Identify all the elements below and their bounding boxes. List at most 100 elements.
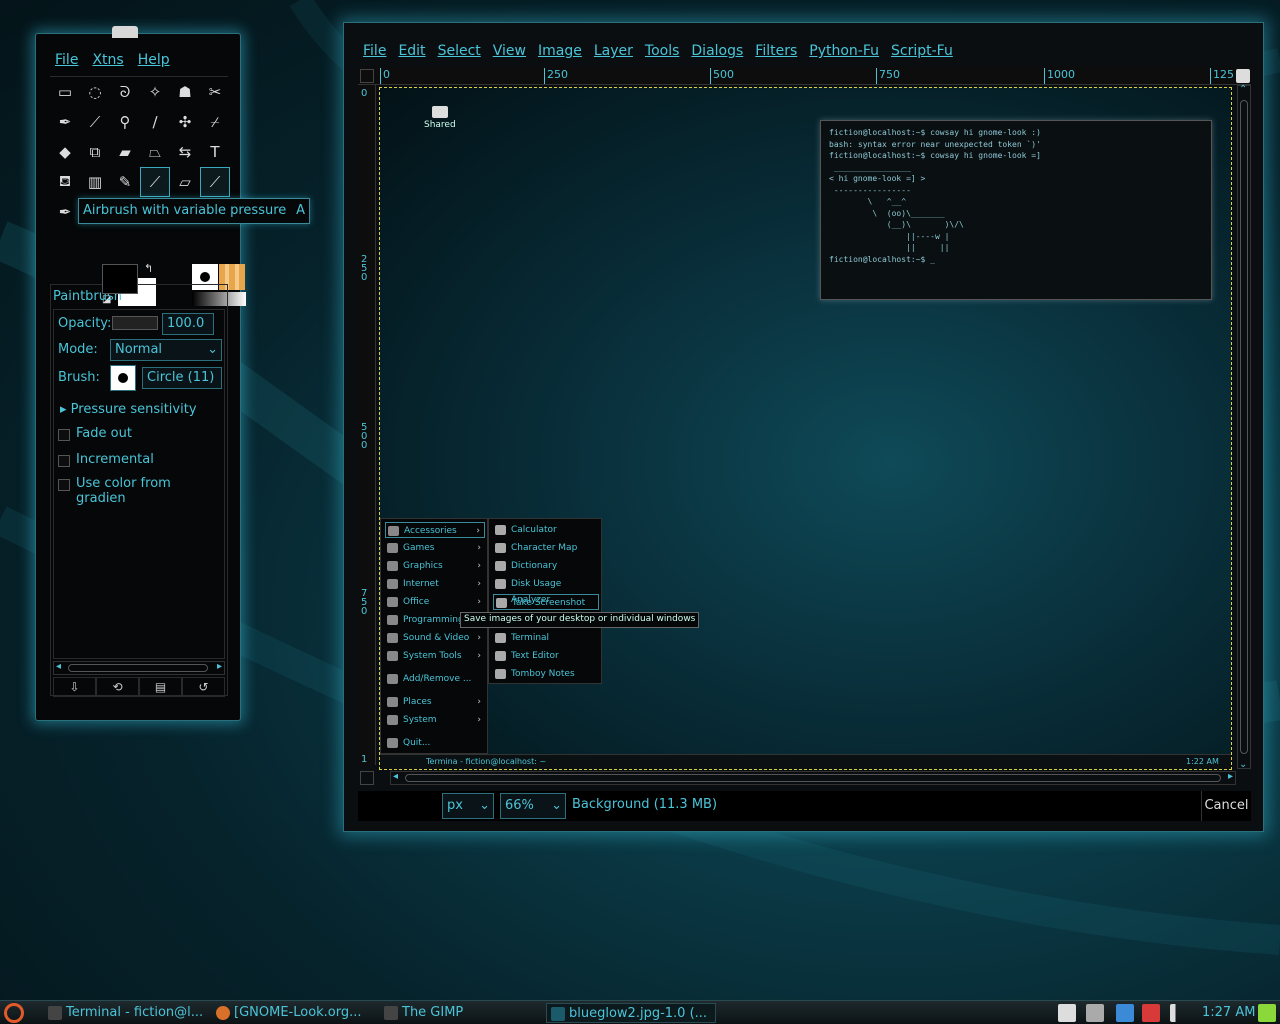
scroll-left-icon[interactable]: ◂ — [393, 771, 398, 782]
move-icon[interactable]: ✣ — [170, 107, 200, 137]
menu-item[interactable]: System Tools › — [385, 648, 485, 664]
menu-file[interactable]: File — [363, 43, 386, 59]
image-canvas[interactable]: Shared fiction@localhost:~$ cowsay hi gn… — [379, 87, 1232, 770]
zoom-icon[interactable]: ⚲ — [110, 107, 140, 137]
paths-icon[interactable]: ✒ — [50, 107, 80, 137]
scissors-icon[interactable]: ✂ — [200, 77, 230, 107]
tray-update-icon[interactable] — [1116, 1004, 1134, 1022]
airbrush-icon[interactable]: ⟋ — [200, 167, 230, 197]
menu-item[interactable]: System › — [385, 712, 485, 728]
navigate-corner-icon[interactable] — [360, 771, 374, 785]
task-terminal[interactable]: Terminal - fiction@l... — [44, 1003, 208, 1023]
menu-select[interactable]: Select — [438, 43, 481, 59]
menu-xtns[interactable]: Xtns — [92, 52, 123, 68]
scroll-thumb[interactable] — [68, 664, 208, 672]
gradient-checkbox[interactable] — [58, 479, 70, 491]
blend-icon[interactable]: ▥ — [80, 167, 110, 197]
eraser-icon[interactable]: ▱ — [170, 167, 200, 197]
menu-item[interactable]: Take Screenshot — [493, 594, 599, 610]
opacity-slider[interactable] — [112, 316, 158, 330]
reset-options-icon[interactable]: ↺ — [182, 677, 225, 697]
scroll-down-icon[interactable]: ⌄ — [1239, 759, 1247, 770]
cancel-button[interactable]: Cancel — [1201, 791, 1251, 821]
menu-item[interactable]: Character Map — [493, 540, 599, 556]
menu-tools[interactable]: Tools — [645, 43, 680, 59]
menu-item[interactable]: Terminal — [493, 630, 599, 646]
scroll-right-icon[interactable]: ▸ — [217, 661, 222, 672]
menu-item[interactable]: Disk Usage Analyzer — [493, 576, 599, 605]
scroll-up-icon[interactable]: ⌃ — [1239, 84, 1247, 95]
flip-icon[interactable]: ⇆ — [170, 137, 200, 167]
pencil-icon[interactable]: ✎ — [110, 167, 140, 197]
menu-python-fu[interactable]: Python-Fu — [809, 43, 879, 59]
tray-trash-icon[interactable] — [1258, 1004, 1276, 1022]
vertical-scrollbar[interactable]: ⌃ ⌄ — [1237, 84, 1251, 770]
window-grip[interactable] — [112, 26, 138, 38]
swap-colors-icon[interactable]: ↰ — [144, 262, 153, 275]
paintbrush-icon[interactable]: ⟋ — [140, 167, 170, 197]
horizontal-ruler[interactable]: 0 250 500 750 1000 125 — [358, 67, 1251, 85]
menu-item[interactable]: Text Editor — [493, 648, 599, 664]
menu-item[interactable]: Add/Remove ... — [385, 671, 485, 687]
incremental-checkbox[interactable] — [58, 455, 70, 467]
menu-item[interactable]: Quit... — [385, 735, 485, 751]
pressure-expander[interactable]: ▸ Pressure sensitivity — [60, 402, 197, 417]
mode-select[interactable]: Normal ⌄ — [110, 339, 222, 361]
menu-file[interactable]: File — [55, 52, 78, 68]
scroll-thumb[interactable] — [405, 774, 1221, 782]
zoom-select[interactable]: 66% ⌄ — [500, 793, 566, 819]
menu-item[interactable]: Office › — [385, 594, 485, 610]
panel-clock[interactable]: 1:27 AM — [1202, 1003, 1255, 1023]
fade-checkbox[interactable] — [58, 429, 70, 441]
rect-select-icon[interactable]: ▭ — [50, 77, 80, 107]
vertical-ruler[interactable]: 0 250 500 750 1 — [358, 85, 376, 765]
brush-button[interactable] — [110, 365, 136, 391]
task-gimp[interactable]: The GIMP — [380, 1003, 540, 1023]
color-select-icon[interactable]: ☗ — [170, 77, 200, 107]
menu-item[interactable]: Dictionary — [493, 558, 599, 574]
tray-terminal-icon[interactable] — [1058, 1004, 1076, 1022]
menu-help[interactable]: Help — [138, 52, 170, 68]
unit-select[interactable]: px ⌄ — [442, 793, 494, 819]
task-image[interactable]: blueglow2.jpg-1.0 (... — [546, 1003, 716, 1023]
menu-item[interactable]: Tomboy Notes — [493, 666, 599, 682]
menu-item[interactable]: Graphics › — [385, 558, 485, 574]
menu-view[interactable]: View — [493, 43, 526, 59]
fuzzy-select-icon[interactable]: ✧ — [140, 77, 170, 107]
menu-layer[interactable]: Layer — [594, 43, 633, 59]
tray-drive-icon[interactable] — [1086, 1004, 1104, 1022]
menu-dialogs[interactable]: Dialogs — [691, 43, 743, 59]
perspective-icon[interactable]: ⏢ — [140, 137, 170, 167]
quick-mask-corner[interactable] — [360, 69, 374, 83]
tray-ruby-icon[interactable] — [1142, 1004, 1160, 1022]
delete-options-icon[interactable]: ▤ — [139, 677, 182, 697]
menu-item[interactable]: Internet › — [385, 576, 485, 592]
menu-item[interactable]: Calculator — [493, 522, 599, 538]
task-browser[interactable]: [GNOME-Look.org... — [212, 1003, 372, 1023]
menu-item[interactable]: Sound & Video › — [385, 630, 485, 646]
scroll-thumb[interactable] — [1240, 100, 1248, 754]
opacity-value[interactable]: 100.0 — [162, 313, 214, 335]
restore-options-icon[interactable]: ⟲ — [96, 677, 139, 697]
scroll-left-icon[interactable]: ◂ — [56, 661, 61, 672]
ink-icon[interactable]: ✒ — [50, 197, 80, 227]
color-picker-icon[interactable]: ⟋ — [80, 107, 110, 137]
main-menu-icon[interactable] — [4, 1003, 24, 1023]
measure-icon[interactable]: ∕ — [140, 107, 170, 137]
menu-item[interactable]: Games › — [385, 540, 485, 556]
scale-icon[interactable]: ⧉ — [80, 137, 110, 167]
shear-icon[interactable]: ▰ — [110, 137, 140, 167]
text-icon[interactable]: T — [200, 137, 230, 167]
brush-name[interactable]: Circle (11) — [142, 367, 222, 389]
scroll-right-icon[interactable]: ▸ — [1228, 771, 1233, 782]
lasso-icon[interactable]: ᘐ — [110, 77, 140, 107]
menu-edit[interactable]: Edit — [398, 43, 425, 59]
menu-item[interactable]: Accessories › — [385, 522, 485, 538]
menu-filters[interactable]: Filters — [755, 43, 797, 59]
ellipse-select-icon[interactable]: ◌ — [80, 77, 110, 107]
rotate-icon[interactable]: ◆ — [50, 137, 80, 167]
options-scrollbar[interactable]: ◂ ▸ — [53, 661, 225, 675]
menu-item[interactable]: Places › — [385, 694, 485, 710]
zoom-fit-icon[interactable] — [1236, 69, 1250, 83]
crop-icon[interactable]: ⌿ — [200, 107, 230, 137]
